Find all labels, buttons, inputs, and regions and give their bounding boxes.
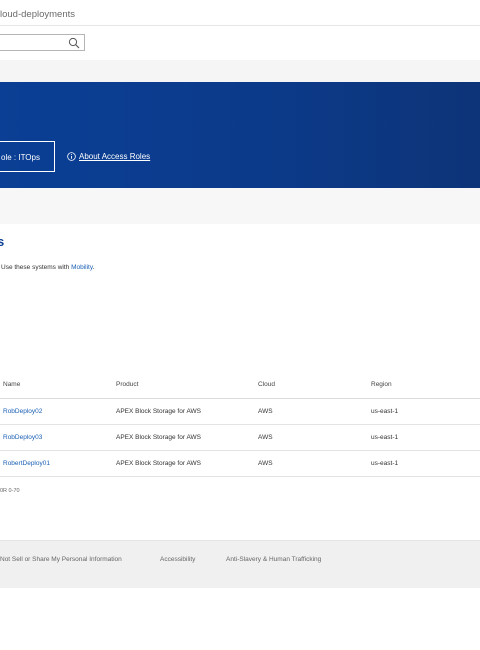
search-input[interactable] — [0, 35, 63, 50]
deployment-name-link[interactable]: RobertDeploy01 — [3, 460, 50, 467]
column-header-cloud[interactable]: Cloud — [258, 381, 275, 388]
section-description: Use these systems with Mobility. — [1, 264, 94, 271]
cloud-cell: AWS — [258, 408, 273, 415]
description-text: Use these systems with — [1, 264, 72, 271]
table-row[interactable]: RobDeploy03 APEX Block Storage for AWS A… — [0, 425, 480, 451]
search-row — [0, 26, 480, 60]
column-header-name[interactable]: Name — [3, 381, 20, 388]
footer-link-accessibility[interactable]: Accessibility — [160, 556, 195, 563]
table-row[interactable]: RobertDeploy01 APEX Block Storage for AW… — [0, 451, 480, 477]
product-cell: APEX Block Storage for AWS — [116, 408, 202, 415]
region-cell: us-east-1 — [371, 434, 399, 441]
deployment-name-link[interactable]: RobDeploy03 — [3, 434, 42, 441]
footer: Not Sell or Share My Personal Informatio… — [0, 540, 480, 588]
spacer-band — [0, 60, 480, 82]
column-header-region[interactable]: Region — [371, 381, 392, 388]
product-cell: APEX Block Storage for AWS — [116, 434, 202, 441]
region-cell: us-east-1 — [371, 460, 399, 467]
deployment-name-link[interactable]: RobDeploy02 — [3, 408, 42, 415]
mobility-link[interactable]: Mobility — [71, 264, 93, 271]
product-cell: APEX Block Storage for AWS — [116, 460, 202, 467]
about-access-roles-link[interactable]: About Access Roles — [67, 152, 150, 161]
table-header: Name Product Cloud Region — [0, 369, 480, 399]
search-icon[interactable] — [68, 37, 80, 49]
breadcrumb[interactable]: loud-deployments — [0, 9, 75, 20]
cloud-cell: AWS — [258, 434, 273, 441]
description-suffix: . — [92, 264, 95, 271]
page-bottom — [0, 588, 480, 650]
search-box[interactable] — [0, 34, 85, 51]
hero-banner: ole : ITOps About Access Roles — [0, 82, 480, 188]
deployments-table: Name Product Cloud Region RobDeploy02 AP… — [0, 369, 480, 477]
cloud-cell: AWS — [258, 460, 273, 467]
top-bar: loud-deployments — [0, 0, 480, 26]
main-content: s Use these systems with Mobility. Name … — [0, 224, 480, 540]
region-cell: us-east-1 — [371, 408, 399, 415]
section-title: s — [0, 234, 5, 249]
footer-link-anti-slavery[interactable]: Anti-Slavery & Human Trafficking — [226, 556, 321, 563]
spacer-band-2 — [0, 188, 480, 224]
footer-link-do-not-sell[interactable]: Not Sell or Share My Personal Informatio… — [0, 556, 122, 563]
column-header-product[interactable]: Product — [116, 381, 138, 388]
table-row[interactable]: RobDeploy02 APEX Block Storage for AWS A… — [0, 399, 480, 425]
info-icon — [67, 152, 76, 161]
role-selector[interactable]: ole : ITOps — [0, 141, 55, 172]
role-label: ole : ITOps — [1, 153, 40, 162]
version-label: 0R 0-70 — [0, 488, 20, 494]
about-access-roles-label: About Access Roles — [79, 152, 151, 161]
